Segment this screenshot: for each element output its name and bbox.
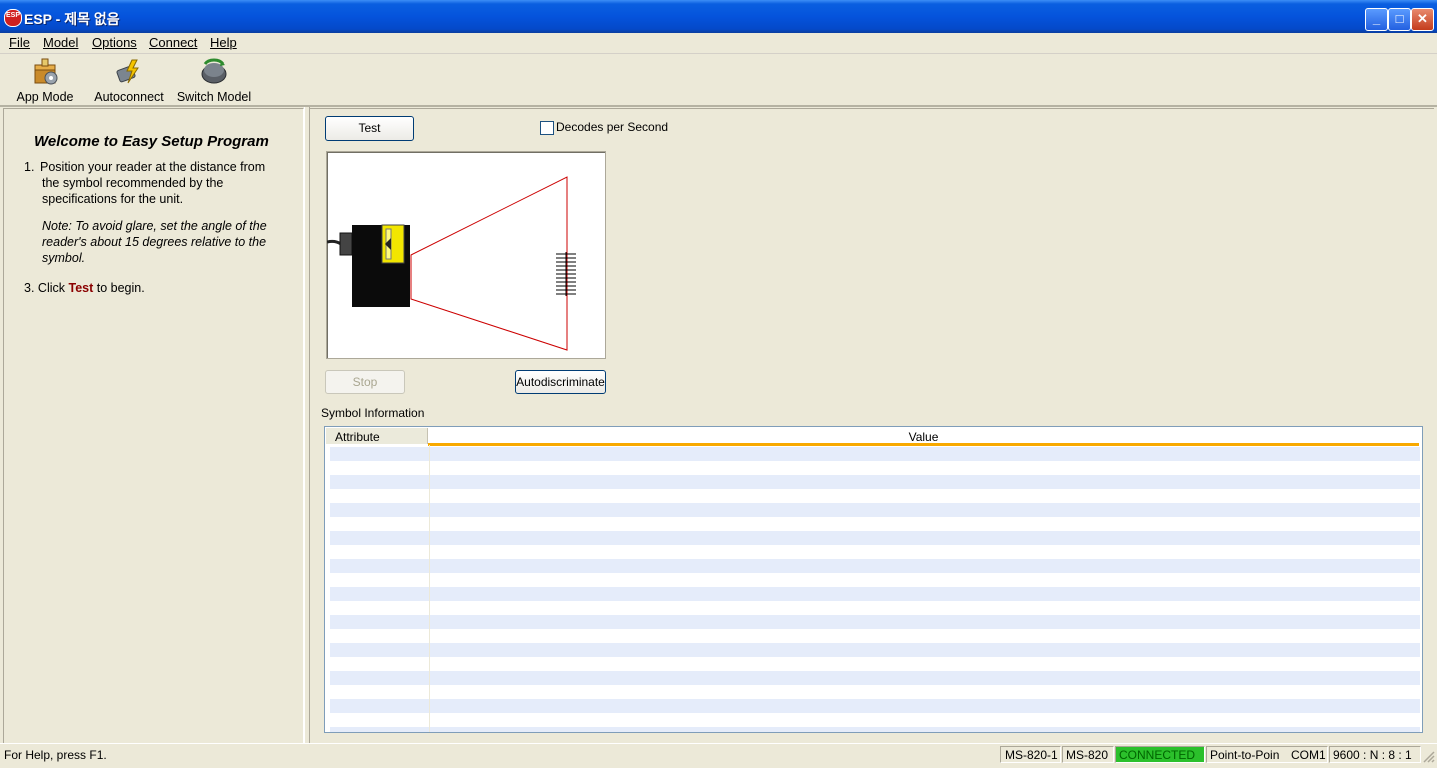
menu-file[interactable]: File (9, 35, 30, 50)
column-header-attribute-label: Attribute (335, 430, 380, 444)
table-row[interactable] (330, 601, 1420, 615)
autoconnect-label: Autoconnect (94, 90, 164, 104)
toolbar: App Mode Autoconnect Switch Model (0, 54, 1437, 107)
app-mode-button[interactable]: App Mode (14, 56, 76, 104)
step-1-line-2: the symbol recommended by the (42, 176, 224, 190)
status-bar: For Help, press F1. MS-820-1 MS-820 CONN… (0, 743, 1437, 768)
table-row[interactable] (330, 727, 1420, 732)
maximize-icon: □ (1395, 11, 1404, 26)
symbol-information-table[interactable]: Attribute Value (324, 426, 1423, 733)
table-row[interactable] (330, 657, 1420, 671)
table-row[interactable] (330, 545, 1420, 559)
maximize-button[interactable]: □ (1388, 8, 1411, 31)
status-settings: 9600 : N : 8 : 1 (1333, 748, 1412, 762)
table-row[interactable] (330, 615, 1420, 629)
close-icon: ✕ (1417, 11, 1428, 26)
table-row[interactable] (330, 671, 1420, 685)
minimize-icon: _ (1372, 11, 1381, 26)
column-header-value[interactable]: Value (428, 428, 1419, 446)
table-row[interactable] (330, 699, 1420, 713)
minimize-button[interactable]: _ (1365, 8, 1388, 31)
table-row[interactable] (330, 461, 1420, 475)
table-row[interactable] (330, 531, 1420, 545)
app-logo-text: ESP (5, 12, 20, 19)
autoconnect-button[interactable]: Autoconnect (93, 56, 165, 104)
column-divider (429, 445, 430, 732)
switch-model-label: Switch Model (176, 90, 252, 104)
resize-grip-icon[interactable] (1423, 749, 1435, 763)
table-row[interactable] (330, 643, 1420, 657)
menu-model[interactable]: Model (43, 35, 78, 50)
title-bar[interactable]: ESP ESP - 제목 없음 _ □ ✕ (0, 0, 1437, 33)
table-row[interactable] (330, 587, 1420, 601)
note-line-3: symbol. (42, 251, 86, 265)
test-panel: Test Decodes per Second Stop Autodiscrim… (309, 108, 1434, 744)
barcode-symbol (556, 252, 576, 296)
instructions-panel: Welcome to Easy Setup Program 1. Positio… (3, 108, 304, 745)
stop-button[interactable]: Stop (325, 370, 405, 394)
table-row[interactable] (330, 559, 1420, 573)
close-button[interactable]: ✕ (1411, 8, 1434, 31)
welcome-title: Welcome to Easy Setup Program (34, 133, 269, 150)
note-line-2: reader's about 15 degrees relative to th… (42, 235, 267, 249)
table-row[interactable] (330, 489, 1420, 503)
column-header-value-label: Value (908, 430, 939, 444)
menu-connect[interactable]: Connect (149, 35, 197, 50)
status-mode: Point-to-Poin (1210, 748, 1280, 762)
reader-connector (339, 232, 353, 256)
step-3-post: to begin. (93, 281, 145, 295)
status-pane-connection: CONNECTED (1115, 746, 1205, 763)
decodes-per-second-label[interactable]: Decodes per Second (556, 120, 668, 134)
table-header: Attribute Value (325, 427, 1422, 446)
reader-diagram (326, 176, 576, 351)
autodiscriminate-button[interactable]: Autodiscriminate (515, 370, 606, 394)
scan-beam (410, 176, 568, 351)
reader-cable (326, 239, 342, 246)
menu-bar: File Model Options Connect Help (0, 33, 1437, 54)
switch-model-icon (199, 56, 229, 86)
test-button[interactable]: Test (325, 116, 414, 141)
step-3-number: 3. (24, 281, 35, 295)
note-line-1: Note: To avoid glare, set the angle of t… (42, 219, 267, 233)
status-port: COM1 (1291, 748, 1326, 762)
app-mode-label: App Mode (16, 90, 74, 104)
step-3-pre: Click (37, 281, 69, 295)
status-model: MS-820 (1066, 748, 1109, 762)
table-row[interactable] (330, 475, 1420, 489)
table-row[interactable] (330, 447, 1420, 461)
status-pane-model: MS-820 (1062, 746, 1114, 763)
status-pane-settings: 9600 : N : 8 : 1 (1329, 746, 1421, 763)
step-3-test-word: Test (68, 281, 94, 295)
menu-help[interactable]: Help (210, 35, 237, 50)
table-row[interactable] (330, 517, 1420, 531)
reader-preview (326, 151, 606, 359)
app-mode-icon (30, 56, 60, 86)
step-1-line-1: Position your reader at the distance fro… (40, 160, 266, 174)
switch-model-button[interactable]: Switch Model (174, 56, 254, 104)
table-row[interactable] (330, 503, 1420, 517)
status-pane-model-id: MS-820-1 (1000, 746, 1061, 763)
step-3: 3. Click Test to begin. (24, 280, 145, 296)
table-row[interactable] (330, 713, 1420, 727)
app-logo-icon[interactable]: ESP (4, 9, 22, 27)
menu-options[interactable]: Options (92, 35, 137, 50)
decodes-per-second-checkbox[interactable] (540, 121, 554, 135)
symbol-information-label: Symbol Information (321, 406, 425, 420)
table-row[interactable] (330, 629, 1420, 643)
step-1-line-3: specifications for the unit. (42, 192, 184, 206)
status-pane-mode: Point-to-Poin COM1 (1206, 746, 1328, 763)
status-model-id: MS-820-1 (1005, 748, 1058, 762)
window-title: ESP - 제목 없음 (24, 11, 120, 27)
step-1-number: 1. (24, 160, 35, 174)
autoconnect-icon (114, 56, 144, 86)
connection-status-badge: CONNECTED (1119, 748, 1196, 762)
status-help-text: For Help, press F1. (4, 748, 107, 762)
table-row[interactable] (330, 573, 1420, 587)
table-row[interactable] (330, 685, 1420, 699)
column-header-attribute[interactable]: Attribute (326, 428, 428, 444)
